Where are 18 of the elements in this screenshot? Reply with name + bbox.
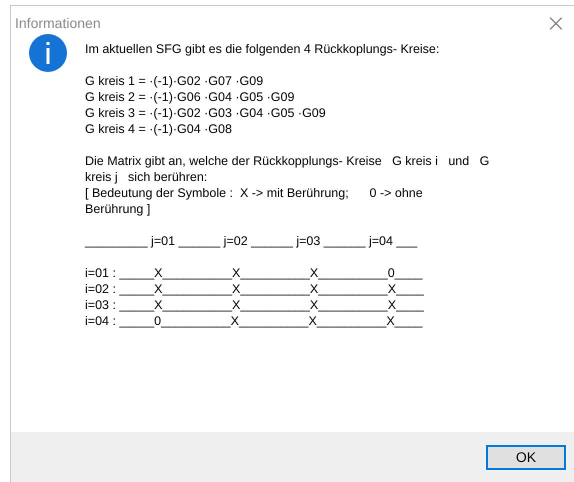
matrix-row-text: i=04 : _____0__________X__________X__________X____ [85,313,424,329]
matrix-row-text: i=01 : _____X__________X__________X__________0____ [85,265,424,281]
loop-formula: G kreis 2 = ·(-1)·G06 ·G04 ·G05 ·G09 [85,89,296,105]
message-text: Im aktuellen SFG gibt es die folgenden 4 Rückkoplungs- Kreise: [85,41,440,57]
window-title: Informationen [15,15,101,31]
ok-button[interactable]: OK [486,444,566,470]
message-text: kreis j sich berühren: [85,169,208,185]
close-button[interactable]: × [540,11,572,35]
matrix-header: _________ j=01 ______ j=02 ______ j=03 ______ j=04 ___ [85,233,418,249]
message-text: Die Matrix gibt an, welche der Rückkopplungs- Kreise G kreis i und G [85,153,490,169]
loop-formula: G kreis 4 = ·(-1)·G04 ·G08 [85,121,233,137]
loop-formula: G kreis 1 = ·(-1)·G02 ·G07 ·G09 [85,73,264,89]
message-text: Berührung ] [85,201,152,217]
message-text: [ Bedeutung der Symbole : X -> mit Berührung; 0 -> ohne [85,185,424,201]
matrix-row-text: i=02 : _____X__________X__________X__________X____ [85,281,425,297]
matrix-row-text: i=03 : _____X__________X__________X__________X____ [85,297,425,313]
loop-formula: G kreis 3 = ·(-1)·G02 ·G03 ·G04 ·G05 ·G09 [85,105,327,121]
info-icon [29,34,67,72]
